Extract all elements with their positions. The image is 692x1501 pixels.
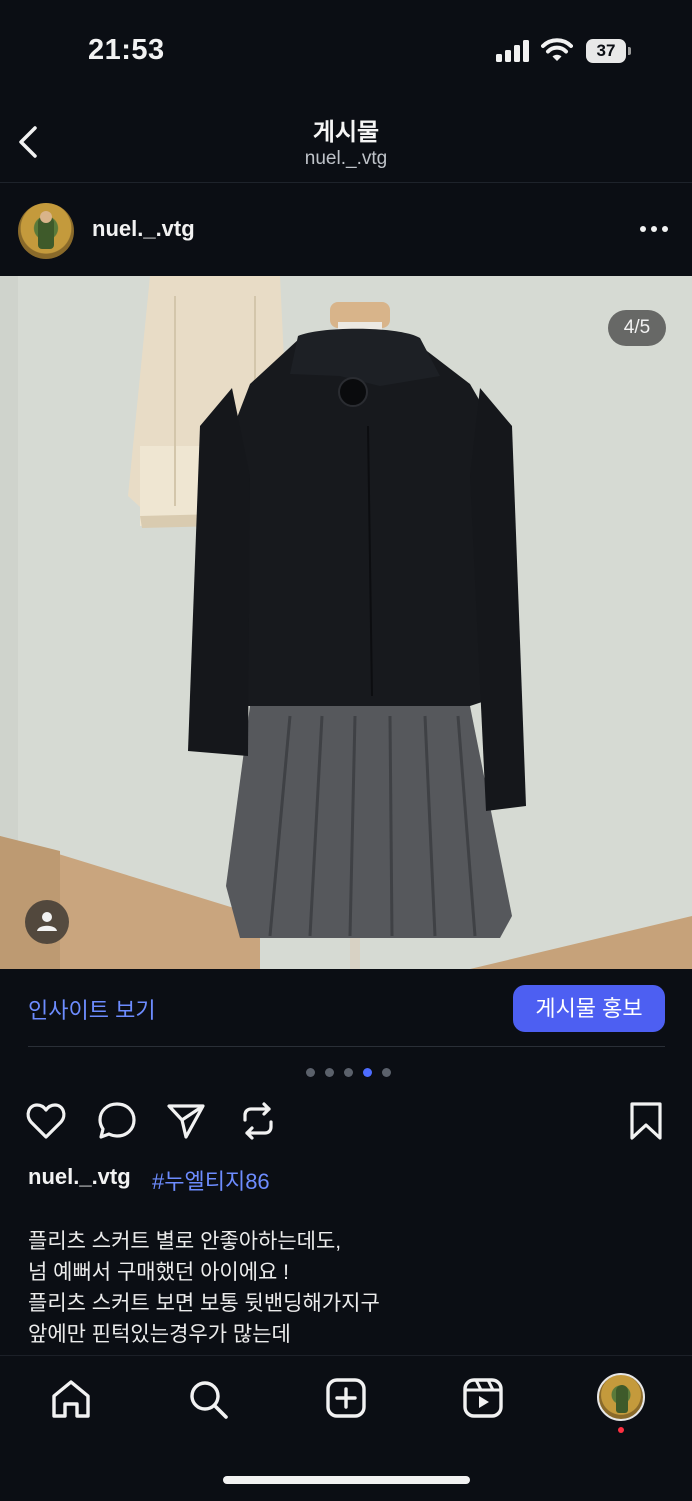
carousel-dot-active [363, 1068, 372, 1077]
caption-username[interactable]: nuel._.vtg [28, 1164, 131, 1190]
nav-header: 게시물 nuel._.vtg [0, 100, 692, 183]
notification-dot [618, 1427, 624, 1433]
promote-post-button[interactable]: 게시물 홍보 [513, 985, 665, 1032]
battery-level: 37 [596, 41, 616, 60]
wifi-icon [541, 38, 573, 61]
status-bar: 21:53 37 [0, 0, 692, 100]
reels-icon[interactable] [458, 1376, 508, 1422]
caption-line: 앞에만 핀턱있는경우가 많는데 [28, 1323, 291, 1346]
home-indicator[interactable] [223, 1476, 470, 1484]
profile-avatar-tab[interactable] [597, 1373, 645, 1421]
caption-line: 플리츠 스커트 별로 안좋아하는데도, [28, 1230, 342, 1253]
caption-line: 플리츠 스커트 보면 보통 뒷밴딩해가지구 [28, 1292, 380, 1315]
page-subtitle: nuel._.vtg [304, 148, 388, 169]
post-actions [0, 1098, 692, 1150]
share-icon[interactable] [164, 1098, 208, 1144]
caption-line: 넘 예뻐서 구매했던 아이에요 ! [28, 1261, 290, 1284]
caption-hashtag[interactable]: #누엘티지86 [152, 1164, 270, 1196]
post-username[interactable]: nuel._.vtg [92, 216, 195, 242]
image-counter: 4/5 [608, 310, 666, 346]
photo-illustration [0, 276, 692, 969]
more-options-icon[interactable] [636, 217, 672, 241]
page-title: 게시물 [312, 119, 380, 146]
caption-text: 플리츠 스커트 별로 안좋아하는데도, 넘 예뻐서 구매했던 아이에요 ! 플리… [28, 1226, 380, 1350]
search-icon[interactable] [183, 1376, 233, 1422]
battery-icon: 37 [586, 39, 631, 63]
cellular-signal-icon [496, 40, 529, 62]
bookmark-icon[interactable] [624, 1098, 668, 1144]
carousel-dot [306, 1068, 315, 1077]
insights-row: 인사이트 보기 게시물 홍보 [0, 969, 692, 1047]
home-icon[interactable] [46, 1376, 96, 1422]
divider [28, 1046, 665, 1047]
create-icon[interactable] [321, 1376, 371, 1422]
carousel-dot [344, 1068, 353, 1077]
comment-icon[interactable] [95, 1098, 139, 1144]
heart-icon[interactable] [24, 1098, 68, 1144]
status-time: 21:53 [88, 34, 165, 66]
post-header: nuel._.vtg [0, 183, 692, 276]
carousel-dot [325, 1068, 334, 1077]
tagged-people-button[interactable] [25, 900, 69, 944]
person-icon [37, 912, 57, 931]
repost-icon[interactable] [236, 1098, 280, 1144]
carousel-dot [382, 1068, 391, 1077]
view-insights-link[interactable]: 인사이트 보기 [28, 993, 156, 1025]
post-photo[interactable]: 4/5 [0, 276, 692, 969]
avatar[interactable] [18, 203, 74, 259]
